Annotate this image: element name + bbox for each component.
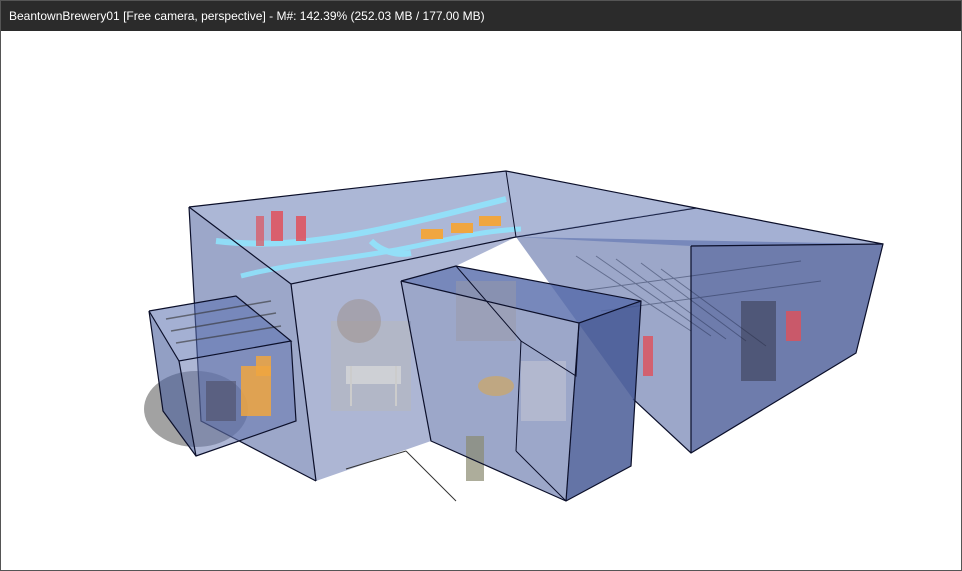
scene-render[interactable] <box>1 31 961 570</box>
window-title-bar[interactable]: BeantownBrewery01 [Free camera, perspect… <box>1 1 961 31</box>
viewport-window: BeantownBrewery01 [Free camera, perspect… <box>0 0 962 571</box>
window-title: BeantownBrewery01 [Free camera, perspect… <box>9 9 485 23</box>
3d-viewport[interactable] <box>1 31 961 570</box>
front-room-volume <box>400 265 642 502</box>
